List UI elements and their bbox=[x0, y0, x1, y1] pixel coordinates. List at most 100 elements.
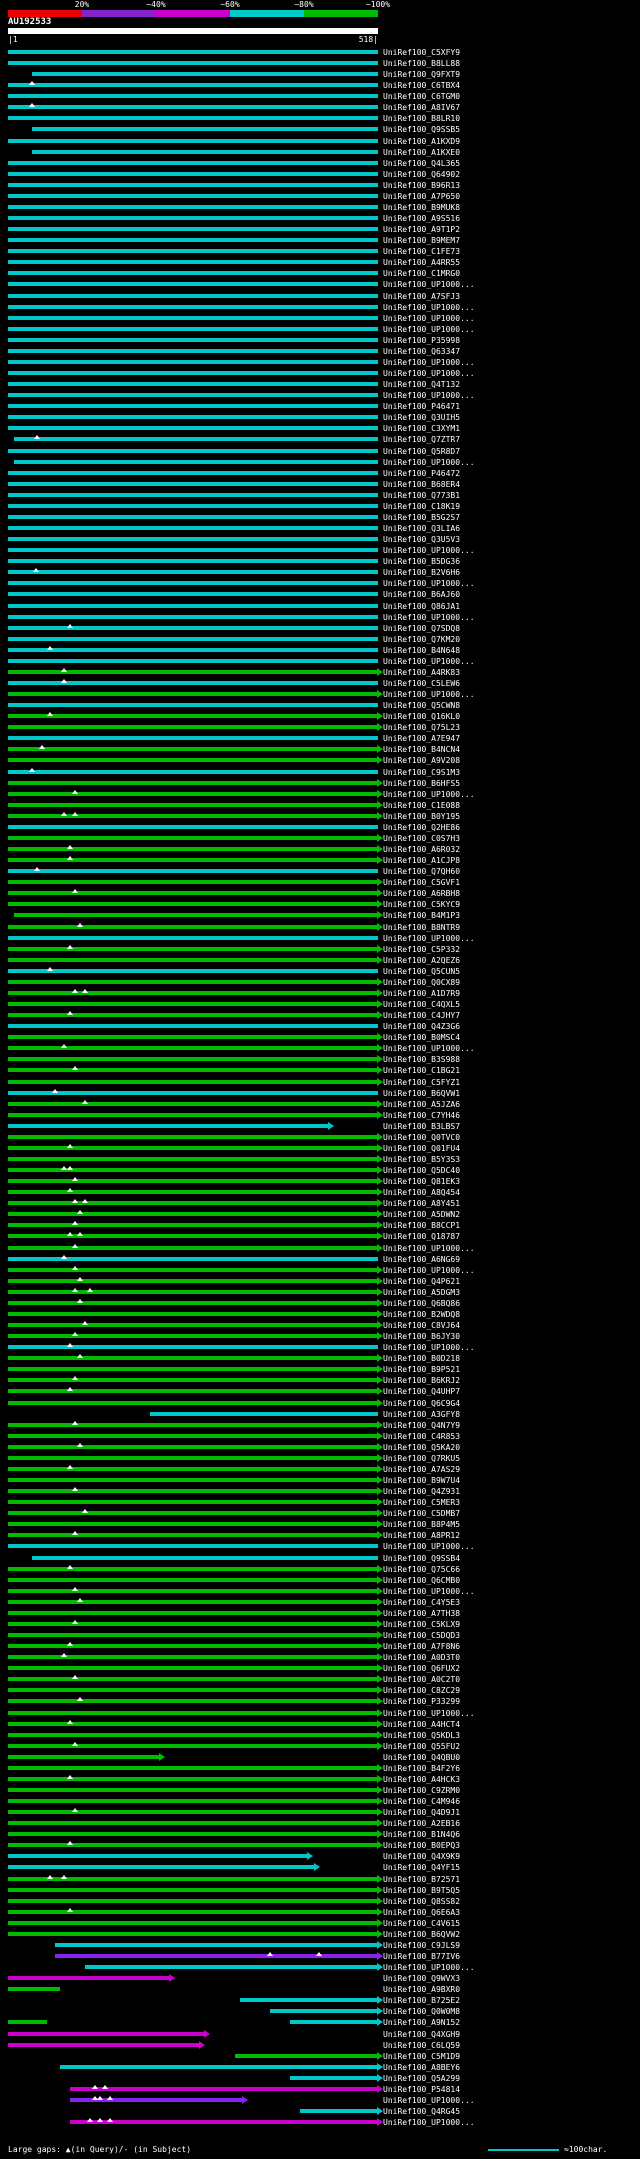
alignment-bar[interactable] bbox=[8, 1466, 378, 1471]
hit-label[interactable]: UniRef100_Q3U5V3 bbox=[383, 535, 460, 544]
hit-label[interactable]: UniRef100_UP1000... bbox=[383, 2118, 475, 2127]
hit-label[interactable]: UniRef100_C4QXL5 bbox=[383, 1000, 460, 1009]
hit-label[interactable]: UniRef100_A4RR55 bbox=[383, 258, 460, 267]
alignment-bar[interactable] bbox=[8, 902, 378, 907]
hit-label[interactable]: UniRef100_Q4QBU0 bbox=[383, 1753, 460, 1762]
alignment-bar[interactable] bbox=[8, 1179, 378, 1184]
alignment-bar[interactable] bbox=[8, 1356, 378, 1361]
alignment-bar[interactable] bbox=[8, 1522, 378, 1527]
alignment-bar[interactable] bbox=[8, 758, 378, 763]
alignment-bar[interactable] bbox=[70, 2120, 378, 2125]
hit-label[interactable]: UniRef100_B725E2 bbox=[383, 1996, 460, 2005]
hit-label[interactable]: UniRef100_Q5CWN8 bbox=[383, 701, 460, 710]
alignment-bar[interactable] bbox=[8, 1323, 378, 1328]
hit-label[interactable]: UniRef100_B6KRJ2 bbox=[383, 1376, 460, 1385]
hit-label[interactable]: UniRef100_UP1000... bbox=[383, 1963, 475, 1972]
hit-label[interactable]: UniRef100_UP1000... bbox=[383, 369, 475, 378]
alignment-bar[interactable] bbox=[8, 105, 378, 110]
alignment-bar[interactable] bbox=[8, 636, 378, 641]
hit-label[interactable]: UniRef100_Q4Z3G6 bbox=[383, 1022, 460, 1031]
hit-label[interactable]: UniRef100_UP1000... bbox=[383, 1587, 475, 1596]
hit-label[interactable]: UniRef100_Q6E6A3 bbox=[383, 1908, 460, 1917]
hit-label[interactable]: UniRef100_C1FE73 bbox=[383, 247, 460, 256]
alignment-bar[interactable] bbox=[8, 1721, 378, 1726]
alignment-bar[interactable] bbox=[60, 2064, 378, 2069]
alignment-bar[interactable] bbox=[8, 116, 378, 121]
alignment-bar[interactable] bbox=[8, 725, 378, 730]
alignment-bar[interactable] bbox=[8, 692, 378, 697]
alignment-bar[interactable] bbox=[8, 1976, 170, 1981]
alignment-bar[interactable] bbox=[8, 1101, 378, 1106]
hit-label[interactable]: UniRef100_A3GFY8 bbox=[383, 1410, 460, 1419]
alignment-bar[interactable] bbox=[8, 891, 378, 896]
alignment-bar[interactable] bbox=[8, 1832, 378, 1837]
alignment-bar[interactable] bbox=[8, 1776, 378, 1781]
alignment-bar[interactable] bbox=[8, 1644, 378, 1649]
alignment-bar[interactable] bbox=[8, 979, 378, 984]
hit-label[interactable]: UniRef100_UP1000... bbox=[383, 280, 475, 289]
hit-label[interactable]: UniRef100_A7P650 bbox=[383, 192, 460, 201]
hit-label[interactable]: UniRef100_Q7SDQ8 bbox=[383, 624, 460, 633]
hit-label[interactable]: UniRef100_UP1000... bbox=[383, 1044, 475, 1053]
alignment-bar[interactable] bbox=[8, 1533, 378, 1538]
alignment-bar[interactable] bbox=[269, 2009, 378, 2014]
alignment-bar[interactable] bbox=[8, 736, 378, 741]
alignment-bar[interactable] bbox=[8, 470, 378, 475]
hit-label[interactable]: UniRef100_Q9SSB5 bbox=[383, 125, 460, 134]
alignment-bar[interactable] bbox=[8, 492, 378, 497]
hit-label[interactable]: UniRef100_A0C2T0 bbox=[383, 1675, 460, 1684]
alignment-bar[interactable] bbox=[8, 1987, 61, 1992]
alignment-bar[interactable] bbox=[289, 2020, 378, 2025]
hit-label[interactable]: UniRef100_UP1000... bbox=[383, 1343, 475, 1352]
alignment-bar[interactable] bbox=[13, 913, 378, 918]
alignment-bar[interactable] bbox=[8, 1909, 378, 1914]
hit-label[interactable]: UniRef100_B6AJ60 bbox=[383, 590, 460, 599]
hit-label[interactable]: UniRef100_A8Y451 bbox=[383, 1199, 460, 1208]
hit-label[interactable]: UniRef100_C1BG21 bbox=[383, 1066, 460, 1075]
alignment-bar[interactable] bbox=[32, 127, 378, 132]
hit-label[interactable]: UniRef100_A8BEY6 bbox=[383, 2063, 460, 2072]
alignment-bar[interactable] bbox=[8, 271, 378, 276]
alignment-bar[interactable] bbox=[8, 1688, 378, 1693]
hit-label[interactable]: UniRef100_C5KYC9 bbox=[383, 900, 460, 909]
alignment-bar[interactable] bbox=[8, 260, 378, 265]
hit-label[interactable]: UniRef100_UP1000... bbox=[383, 303, 475, 312]
alignment-bar[interactable] bbox=[8, 282, 378, 287]
alignment-bar[interactable] bbox=[8, 1057, 378, 1062]
alignment-bar[interactable] bbox=[8, 1345, 378, 1350]
alignment-bar[interactable] bbox=[8, 614, 378, 619]
alignment-bar[interactable] bbox=[8, 526, 378, 530]
alignment-bar[interactable] bbox=[8, 1289, 378, 1294]
hit-label[interactable]: UniRef100_A9N152 bbox=[383, 2018, 460, 2027]
hit-label[interactable]: UniRef100_B3S988 bbox=[383, 1055, 460, 1064]
alignment-bar[interactable] bbox=[289, 2075, 378, 2080]
alignment-bar[interactable] bbox=[8, 957, 378, 962]
alignment-bar[interactable] bbox=[8, 625, 378, 630]
hit-label[interactable]: UniRef100_B6JY30 bbox=[383, 1332, 460, 1341]
alignment-bar[interactable] bbox=[8, 393, 378, 398]
hit-label[interactable]: UniRef100_A2QEZ6 bbox=[383, 956, 460, 965]
alignment-bar[interactable] bbox=[8, 1500, 378, 1505]
hit-label[interactable]: UniRef100_Q5R8D7 bbox=[383, 447, 460, 456]
hit-label[interactable]: UniRef100_UP1000... bbox=[383, 546, 475, 555]
alignment-bar[interactable] bbox=[8, 1234, 378, 1239]
hit-label[interactable]: UniRef100_C5DQD3 bbox=[383, 1631, 460, 1640]
alignment-bar[interactable] bbox=[13, 459, 378, 464]
hit-label[interactable]: UniRef100_Q63347 bbox=[383, 347, 460, 356]
alignment-bar[interactable] bbox=[8, 714, 378, 719]
alignment-bar[interactable] bbox=[8, 1633, 378, 1637]
alignment-bar[interactable] bbox=[8, 1024, 378, 1029]
alignment-bar[interactable] bbox=[8, 1799, 378, 1804]
hit-label[interactable]: UniRef100_Q7KM20 bbox=[383, 635, 460, 644]
hit-label[interactable]: UniRef100_Q4N7Y9 bbox=[383, 1421, 460, 1430]
alignment-bar[interactable] bbox=[8, 216, 378, 221]
alignment-bar[interactable] bbox=[55, 1954, 378, 1959]
alignment-bar[interactable] bbox=[8, 1754, 160, 1759]
alignment-bar[interactable] bbox=[8, 1854, 308, 1859]
alignment-bar[interactable] bbox=[8, 171, 378, 176]
hit-label[interactable]: UniRef100_B9W7U4 bbox=[383, 1476, 460, 1485]
hit-label[interactable]: UniRef100_UP1000... bbox=[383, 1266, 475, 1275]
hit-label[interactable]: UniRef100_Q2HE86 bbox=[383, 823, 460, 832]
alignment-bar[interactable] bbox=[8, 603, 378, 608]
alignment-bar[interactable] bbox=[8, 204, 378, 209]
